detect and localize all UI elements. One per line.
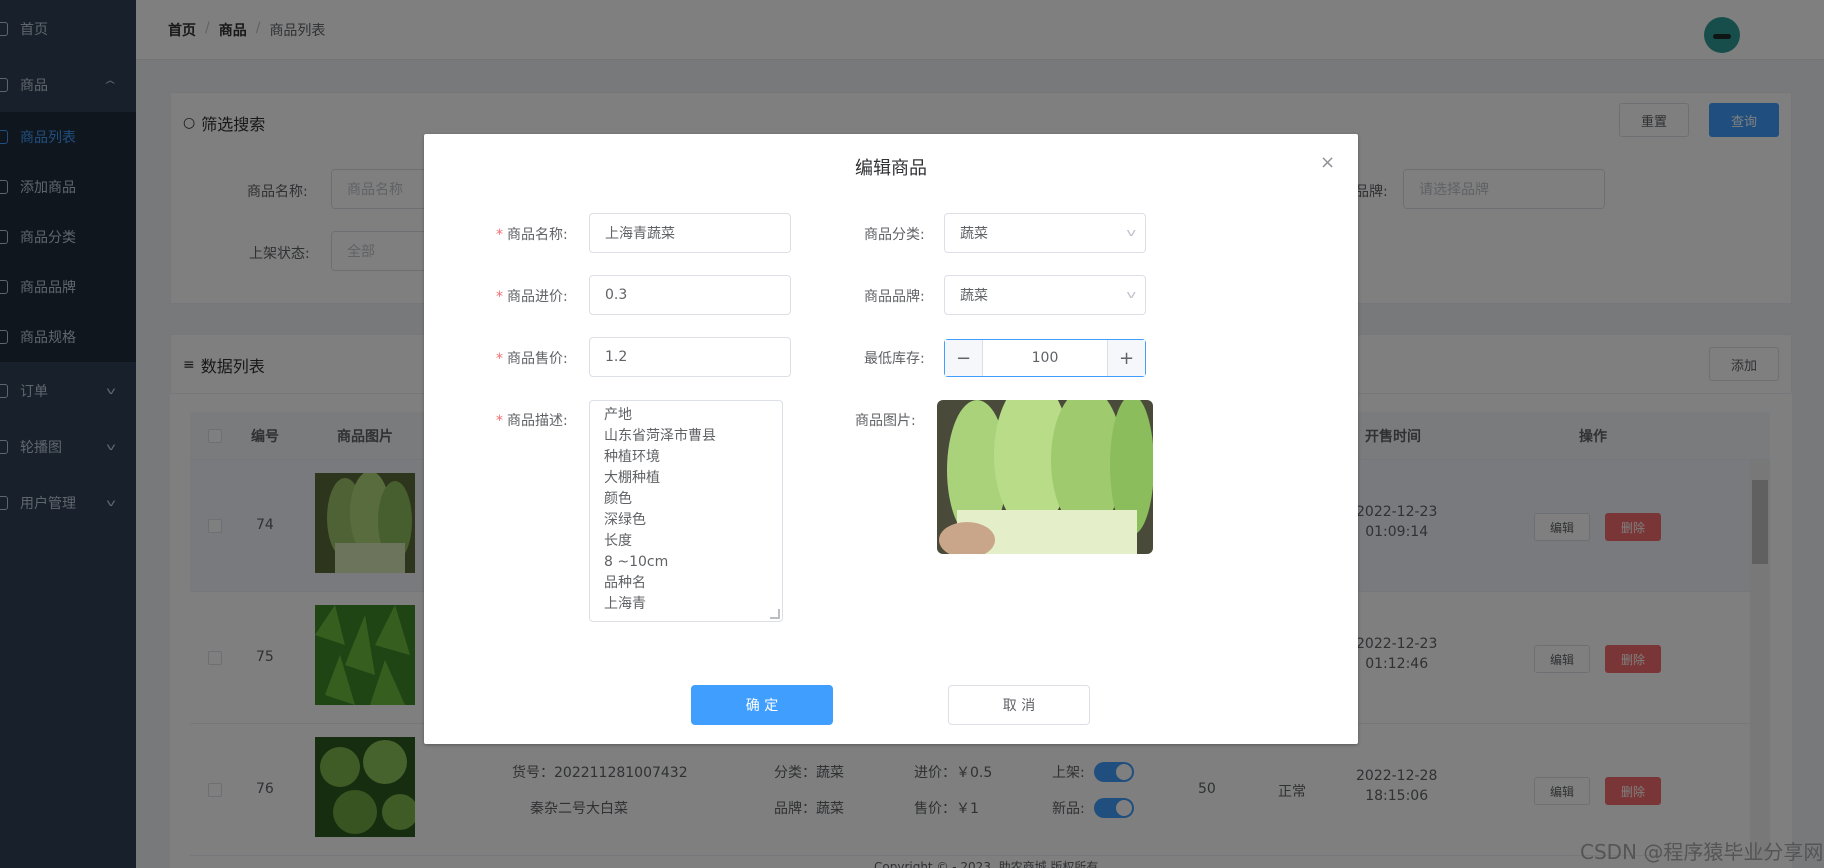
- brand-select[interactable]: 蔬菜 v: [944, 275, 1146, 315]
- dialog-title: 编辑商品: [855, 158, 927, 179]
- watermark: CSDN @程序猿毕业分享网: [1580, 840, 1824, 864]
- min-stock-stepper: − 100 +: [944, 339, 1146, 377]
- modal-overlay-side: [0, 0, 136, 868]
- name-input[interactable]: 上海青蔬菜: [589, 213, 791, 253]
- cost-label: * 商品进价:: [496, 289, 568, 305]
- category-label: 商品分类:: [864, 227, 925, 243]
- confirm-button[interactable]: 确 定: [691, 685, 833, 725]
- name-label: * 商品名称:: [496, 227, 568, 243]
- chevron-down-icon: v: [1126, 226, 1137, 239]
- chevron-down-icon: v: [1126, 288, 1137, 301]
- resize-handle-icon[interactable]: [770, 609, 780, 619]
- min-stock-label: 最低库存:: [864, 351, 925, 367]
- bok-choy-photo: [937, 400, 1153, 554]
- brand-label: 商品品牌:: [864, 289, 925, 305]
- price-label: * 商品售价:: [496, 351, 568, 367]
- cancel-button[interactable]: 取 消: [948, 685, 1090, 725]
- decrement-button[interactable]: −: [945, 340, 983, 376]
- category-select[interactable]: 蔬菜 v: [944, 213, 1146, 253]
- price-input[interactable]: 1.2: [589, 337, 791, 377]
- min-stock-value[interactable]: 100: [983, 340, 1107, 376]
- desc-textarea[interactable]: 产地 山东省菏泽市曹县 种植环境 大棚种植 颜色 深绿色 长度 8 ~10cm …: [589, 400, 783, 622]
- desc-label: * 商品描述:: [496, 413, 568, 429]
- product-image[interactable]: [937, 400, 1153, 554]
- close-icon[interactable]: ×: [1320, 152, 1335, 173]
- image-label: 商品图片:: [855, 413, 916, 429]
- cost-input[interactable]: 0.3: [589, 275, 791, 315]
- increment-button[interactable]: +: [1107, 340, 1145, 376]
- edit-goods-dialog: 编辑商品 × * 商品名称: 上海青蔬菜 商品分类: 蔬菜 v * 商品进价: 0.…: [424, 134, 1358, 744]
